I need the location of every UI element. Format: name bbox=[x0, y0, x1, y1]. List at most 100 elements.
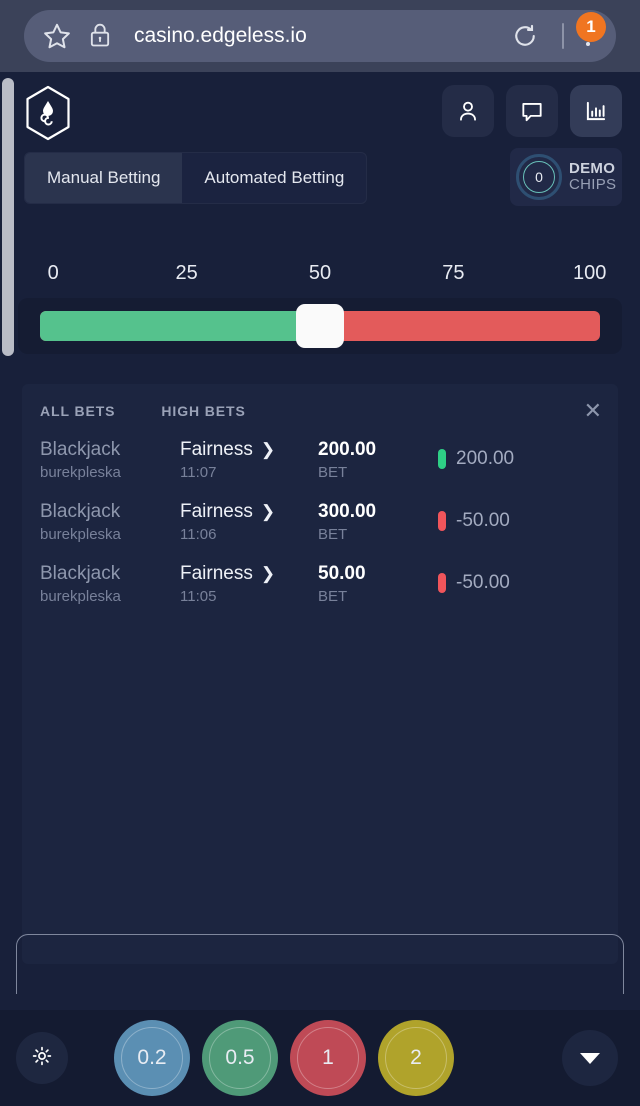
fairness-link[interactable]: Fairness ❯ bbox=[180, 500, 318, 524]
bet-result-cell: -50.00 bbox=[438, 500, 600, 532]
bet-game-name: Blackjack bbox=[40, 563, 121, 584]
balance-badge[interactable]: 0 DEMO CHIPS bbox=[510, 148, 622, 206]
close-icon[interactable]: ✕ bbox=[584, 400, 602, 422]
chevron-right-icon: ❯ bbox=[260, 564, 276, 583]
casino-app: Manual Betting Automated Betting 0 DEMO … bbox=[0, 72, 640, 1106]
bet-fairness-cell[interactable]: Fairness ❯ 11:07 bbox=[180, 438, 318, 484]
bet-amount: 50.00 bbox=[318, 563, 366, 584]
chevron-right-icon: ❯ bbox=[260, 502, 276, 521]
roll-slider: 0 25 50 75 100 bbox=[0, 262, 640, 354]
chevron-right-icon: ❯ bbox=[260, 440, 276, 459]
table-row[interactable]: Blackjack burekpleska Fairness ❯ 11:07 2… bbox=[22, 438, 618, 500]
chip-button[interactable]: 0.2 bbox=[114, 1020, 190, 1096]
tab-manual-betting[interactable]: Manual Betting bbox=[25, 153, 183, 203]
reload-icon[interactable] bbox=[510, 21, 540, 51]
chip-value: 1 bbox=[322, 1046, 334, 1069]
bet-time: 11:05 bbox=[180, 588, 217, 605]
tab-automated-betting[interactable]: Automated Betting bbox=[182, 153, 366, 203]
chip-value: 0.2 bbox=[137, 1046, 167, 1069]
chevron-down-icon[interactable] bbox=[562, 1030, 618, 1086]
chip-value: 2 bbox=[410, 1046, 422, 1069]
slider-track[interactable] bbox=[40, 304, 600, 348]
url-text[interactable]: casino.edgeless.io bbox=[134, 24, 510, 48]
bet-player-name: burekpleska bbox=[40, 588, 121, 605]
chrome-divider bbox=[562, 23, 564, 49]
star-icon[interactable] bbox=[42, 21, 72, 51]
fairness-link[interactable]: Fairness ❯ bbox=[180, 438, 318, 462]
balance-amount: 0 bbox=[523, 161, 555, 193]
bet-input-panel[interactable] bbox=[16, 934, 624, 994]
caret-shape bbox=[580, 1052, 600, 1064]
slider-tick-labels: 0 25 50 75 100 bbox=[30, 262, 610, 298]
bet-result: -50.00 bbox=[456, 572, 510, 593]
header-action-buttons bbox=[442, 85, 622, 137]
result-indicator bbox=[438, 449, 446, 469]
tab-high-bets[interactable]: HIGH BETS bbox=[161, 403, 245, 419]
slider-panel bbox=[18, 298, 622, 354]
result-indicator bbox=[438, 573, 446, 593]
bet-amount: 200.00 bbox=[318, 439, 377, 460]
slider-thumb[interactable] bbox=[296, 304, 344, 348]
tab-all-bets[interactable]: ALL BETS bbox=[40, 403, 115, 419]
bet-game-cell: Blackjack burekpleska bbox=[40, 562, 180, 608]
slider-tick-75: 75 bbox=[442, 262, 465, 284]
app-header bbox=[0, 72, 640, 142]
profile-button[interactable] bbox=[442, 85, 494, 137]
bet-amount-label: BET bbox=[318, 526, 348, 543]
slider-fill bbox=[40, 311, 320, 341]
chat-button[interactable] bbox=[506, 85, 558, 137]
edgeless-hexagon-logo-icon[interactable] bbox=[22, 84, 74, 142]
balance-label-line2: CHIPS bbox=[569, 176, 617, 193]
bet-amount-cell: 50.00 BET bbox=[318, 562, 438, 608]
bets-panel: ALL BETS HIGH BETS ✕ Blackjack burekples… bbox=[22, 384, 618, 964]
bet-player-name: burekpleska bbox=[40, 526, 121, 543]
bet-amount-cell: 300.00 BET bbox=[318, 500, 438, 546]
chip-button[interactable]: 2 bbox=[378, 1020, 454, 1096]
bet-amount-cell: 200.00 BET bbox=[318, 438, 438, 484]
notification-badge[interactable]: 1 bbox=[576, 12, 606, 42]
browser-chrome: casino.edgeless.io 1 bbox=[0, 0, 640, 72]
fairness-label: Fairness bbox=[180, 563, 253, 584]
betting-mode-row: Manual Betting Automated Betting 0 DEMO … bbox=[0, 148, 640, 212]
bet-amount-label: BET bbox=[318, 464, 348, 481]
bet-time: 11:07 bbox=[180, 464, 217, 481]
bet-game-name: Blackjack bbox=[40, 439, 121, 460]
bet-player-name: burekpleska bbox=[40, 464, 121, 481]
bet-result: -50.00 bbox=[456, 510, 510, 531]
statistics-button[interactable] bbox=[570, 85, 622, 137]
fairness-link[interactable]: Fairness ❯ bbox=[180, 562, 318, 586]
bet-amount-label: BET bbox=[318, 588, 348, 605]
bet-game-cell: Blackjack burekpleska bbox=[40, 500, 180, 546]
bottom-bar: 0.2 0.5 1 2 bbox=[0, 1010, 640, 1106]
table-row[interactable]: Blackjack burekpleska Fairness ❯ 11:05 5… bbox=[22, 562, 618, 624]
bet-game-cell: Blackjack burekpleska bbox=[40, 438, 180, 484]
bet-result: 200.00 bbox=[456, 448, 515, 469]
bet-time: 11:06 bbox=[180, 526, 217, 543]
betting-mode-tabs: Manual Betting Automated Betting bbox=[24, 152, 368, 204]
balance-ring: 0 bbox=[516, 154, 562, 200]
bet-amount: 300.00 bbox=[318, 501, 377, 522]
fairness-label: Fairness bbox=[180, 501, 253, 522]
balance-label: DEMO CHIPS bbox=[569, 161, 616, 193]
chip-button[interactable]: 0.5 bbox=[202, 1020, 278, 1096]
settings-button[interactable] bbox=[16, 1032, 68, 1084]
chip-selector: 0.2 0.5 1 2 bbox=[114, 1020, 454, 1096]
bets-panel-header: ALL BETS HIGH BETS ✕ bbox=[22, 384, 618, 438]
chip-button[interactable]: 1 bbox=[290, 1020, 366, 1096]
gear-icon bbox=[30, 1044, 54, 1073]
bet-fairness-cell[interactable]: Fairness ❯ 11:05 bbox=[180, 562, 318, 608]
url-bar[interactable]: casino.edgeless.io 1 bbox=[24, 10, 616, 62]
bet-result-cell: 200.00 bbox=[438, 438, 600, 470]
slider-tick-50: 50 bbox=[308, 262, 332, 284]
slider-tick-100: 100 bbox=[573, 262, 607, 284]
bet-fairness-cell[interactable]: Fairness ❯ 11:06 bbox=[180, 500, 318, 546]
slider-tick-0: 0 bbox=[47, 262, 59, 284]
fairness-label: Fairness bbox=[180, 439, 253, 460]
bet-game-name: Blackjack bbox=[40, 501, 121, 522]
bet-result-cell: -50.00 bbox=[438, 562, 600, 594]
table-row[interactable]: Blackjack burekpleska Fairness ❯ 11:06 3… bbox=[22, 500, 618, 562]
balance-label-line1: DEMO bbox=[569, 160, 616, 178]
result-indicator bbox=[438, 511, 446, 531]
chip-value: 0.5 bbox=[225, 1046, 255, 1069]
lock-icon bbox=[86, 21, 116, 51]
